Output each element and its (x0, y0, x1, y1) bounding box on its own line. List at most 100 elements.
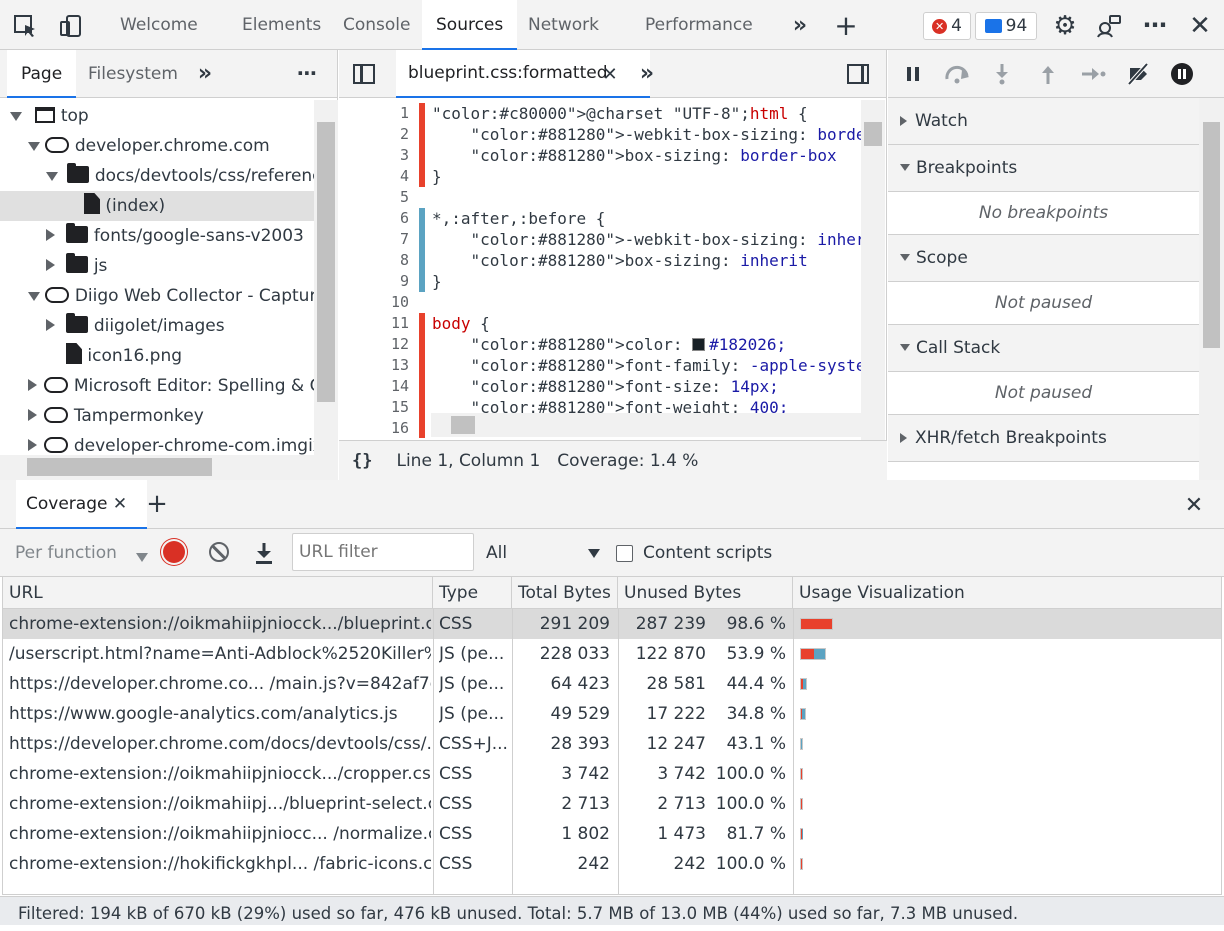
step-over-icon[interactable] (944, 63, 972, 85)
section-call-stack[interactable]: Call Stack (888, 325, 1199, 372)
tree-item-folder[interactable]: js (46, 251, 107, 281)
add-drawer-tab-icon[interactable]: + (145, 490, 169, 518)
step-icon[interactable] (1080, 63, 1106, 85)
type-filter-select[interactable]: All (486, 541, 604, 565)
line-number[interactable]: 10 (339, 292, 409, 313)
code-area[interactable]: 12345678910111213141516 "color:#c80000">… (339, 100, 861, 438)
table-row[interactable]: /userscript.html?name=Anti-Adblock%2520K… (3, 639, 1221, 669)
code-line[interactable]: "color:#881280">-webkit-box-sizing: bord… (432, 124, 861, 145)
close-devtools-icon[interactable]: ✕ (1188, 12, 1212, 40)
col-header-url[interactable]: URL (3, 577, 433, 609)
code-line[interactable]: } (432, 166, 442, 187)
tree-item-extension[interactable]: Diigo Web Collector - Capture (28, 281, 314, 311)
close-tab-icon[interactable]: ✕ (601, 62, 619, 86)
tree-item-index-selected[interactable]: (index) (0, 191, 314, 221)
scrollbar-thumb[interactable] (451, 416, 475, 434)
col-header-unused-bytes[interactable]: Unused Bytes (618, 577, 793, 609)
code-line[interactable]: } (432, 271, 442, 292)
tree-item-domain[interactable]: developer.chrome.com (28, 131, 270, 161)
scrollbar-thumb[interactable] (317, 122, 335, 402)
table-row[interactable]: https://developer.chrome.com/docs/devtoo… (3, 729, 1221, 759)
tab-console[interactable]: Console (343, 0, 411, 50)
code-line[interactable]: "color:#881280">font-size: 14px; (432, 376, 779, 397)
tree-item-folder[interactable]: docs/devtools/css/reference (46, 161, 314, 191)
line-number[interactable]: 11 (339, 313, 409, 334)
table-row-selected[interactable]: chrome-extension://oikmahiipjniocck.../b… (3, 609, 1221, 639)
pause-icon[interactable] (902, 63, 924, 85)
tab-network[interactable]: Network (528, 0, 599, 50)
step-out-icon[interactable] (1038, 62, 1058, 86)
mode-dropdown-arrow-icon[interactable] (136, 547, 148, 567)
errors-badge[interactable]: ✕ 4 (923, 12, 971, 40)
line-number[interactable]: 4 (339, 166, 409, 187)
line-number[interactable]: 13 (339, 355, 409, 376)
line-number[interactable]: 1 (339, 103, 409, 124)
url-filter-input[interactable] (292, 533, 474, 571)
code-line[interactable]: "color:#881280">box-sizing: inherit (432, 250, 808, 271)
pretty-print-icon[interactable]: {} (352, 451, 372, 471)
col-header-usage[interactable]: Usage Visualization (793, 577, 1221, 609)
editor-vertical-scrollbar[interactable] (861, 100, 885, 460)
line-number[interactable]: 6 (339, 208, 409, 229)
line-number[interactable]: 15 (339, 397, 409, 418)
line-number[interactable]: 2 (339, 124, 409, 145)
more-options-icon[interactable]: ⋯ (1141, 10, 1169, 40)
tab-sources[interactable]: Sources (422, 0, 517, 50)
more-nav-tabs-icon[interactable]: » (194, 60, 216, 86)
table-row[interactable]: chrome-extension://oikmahiipj.../bluepri… (3, 789, 1221, 819)
navigator-menu-icon[interactable]: ⋯ (292, 60, 322, 86)
deactivate-breakpoints-icon[interactable] (1126, 62, 1150, 86)
col-header-type[interactable]: Type (433, 577, 512, 609)
section-watch[interactable]: Watch (888, 98, 1199, 145)
tab-elements[interactable]: Elements (242, 0, 321, 50)
tab-page[interactable]: Page (7, 50, 76, 98)
line-number[interactable]: 7 (339, 229, 409, 250)
editor-horizontal-scrollbar[interactable] (431, 413, 861, 437)
clear-icon[interactable] (209, 542, 229, 562)
tree-item-folder[interactable]: diigolet/images (46, 311, 225, 341)
scrollbar-thumb[interactable] (27, 458, 212, 476)
scrollbar-thumb[interactable] (864, 122, 882, 146)
section-xhr-breakpoints[interactable]: XHR/fetch Breakpoints (888, 415, 1199, 462)
line-number[interactable]: 14 (339, 376, 409, 397)
coverage-mode-select[interactable]: Per function (15, 541, 117, 565)
tree-item-folder[interactable]: fonts/google-sans-v2003 (46, 221, 304, 251)
code-line[interactable]: "color:#881280">color: #182026; (432, 334, 786, 355)
toggle-navigator-icon[interactable] (353, 64, 375, 84)
tab-filesystem[interactable]: Filesystem (88, 50, 178, 98)
tree-item-extension[interactable]: Tampermonkey (28, 401, 204, 431)
record-icon[interactable] (163, 541, 185, 563)
table-row[interactable]: chrome-extension://oikmahiipjniocck.../c… (3, 759, 1221, 789)
line-number[interactable]: 5 (339, 187, 409, 208)
tree-item-extension[interactable]: Microsoft Editor: Spelling & G (28, 371, 314, 401)
debugger-scrollbar[interactable] (1199, 98, 1224, 480)
device-toolbar-icon[interactable] (56, 12, 86, 40)
close-drawer-icon[interactable]: ✕ (1182, 492, 1206, 518)
code-line[interactable]: "color:#881280">box-sizing: border-box (432, 145, 837, 166)
tab-performance[interactable]: Performance (645, 0, 753, 50)
section-scope[interactable]: Scope (888, 235, 1199, 282)
code-line[interactable]: body { (432, 313, 490, 334)
line-number[interactable]: 8 (339, 250, 409, 271)
code-line[interactable]: "color:#881280">-webkit-box-sizing: inhe… (432, 229, 861, 250)
pause-on-exceptions-icon[interactable] (1169, 61, 1195, 87)
checkbox[interactable] (616, 545, 633, 562)
table-row[interactable]: chrome-extension://hokifickgkhpl... /fab… (3, 849, 1221, 879)
line-number[interactable]: 9 (339, 271, 409, 292)
more-tabs-icon[interactable]: » (788, 12, 812, 38)
line-number[interactable]: 16 (339, 418, 409, 438)
horizontal-scrollbar[interactable] (0, 455, 314, 480)
content-scripts-toggle[interactable]: Content scripts (616, 541, 772, 565)
tab-welcome[interactable]: Welcome (120, 0, 198, 50)
messages-badge[interactable]: 94 (975, 12, 1037, 40)
add-tab-icon[interactable]: + (834, 10, 858, 40)
code-line[interactable]: "color:#c80000">@charset "UTF-8";html { (432, 103, 808, 124)
table-row[interactable]: https://www.google-analytics.com/analyti… (3, 699, 1221, 729)
tree-item-file[interactable]: icon16.png (66, 341, 182, 371)
inspect-element-icon[interactable] (10, 12, 40, 40)
step-into-icon[interactable] (992, 62, 1012, 86)
code-line[interactable]: "color:#881280">font-family: -apple-syst… (432, 355, 861, 376)
export-download-icon[interactable] (252, 540, 276, 566)
section-breakpoints[interactable]: Breakpoints (888, 145, 1199, 192)
table-row[interactable]: chrome-extension://oikmahiipjniocc... /n… (3, 819, 1221, 849)
